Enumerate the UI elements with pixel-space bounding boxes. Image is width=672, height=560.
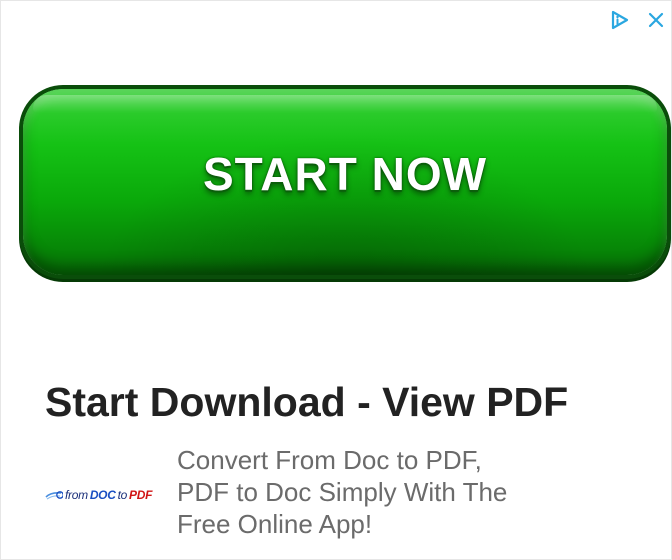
- logo-pdf-text: PDF: [129, 488, 153, 502]
- brand-logo[interactable]: from DOC to PDF: [45, 484, 152, 506]
- ad-controls: [607, 5, 671, 35]
- logo-to-text: to: [117, 488, 128, 502]
- ad-description[interactable]: Convert From Doc to PDF, PDF to Doc Simp…: [177, 444, 577, 540]
- description-line-3: Free Online App!: [177, 509, 373, 539]
- adchoices-icon[interactable]: [607, 7, 633, 33]
- close-icon[interactable]: [643, 7, 669, 33]
- ad-frame[interactable]: START NOW Start Download - View PDF from…: [0, 0, 672, 560]
- logo-from-text: from: [65, 488, 88, 502]
- start-now-button[interactable]: START NOW: [23, 89, 667, 275]
- ad-headline[interactable]: Start Download - View PDF: [45, 373, 568, 431]
- description-line-1: Convert From Doc to PDF,: [177, 445, 482, 475]
- logo-doc-text: DOC: [89, 488, 116, 502]
- start-now-label: START NOW: [202, 148, 488, 200]
- logo-swoosh-icon: [45, 489, 63, 501]
- description-line-2: PDF to Doc Simply With The: [177, 477, 508, 507]
